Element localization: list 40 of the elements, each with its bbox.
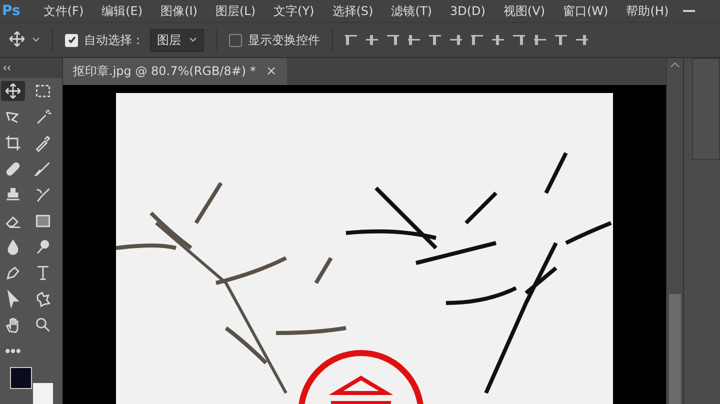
app-logo: Ps: [1, 3, 22, 19]
align-icon[interactable]: [345, 34, 357, 46]
align-icon[interactable]: [471, 34, 483, 46]
align-icon[interactable]: [450, 34, 462, 46]
align-icon[interactable]: [408, 34, 420, 46]
menu-item[interactable]: 文件(F): [34, 2, 93, 20]
menu-item[interactable]: 编辑(E): [92, 2, 152, 20]
auto-select-checkbox[interactable]: [65, 34, 78, 46]
layer-dropdown[interactable]: 图层: [150, 28, 204, 52]
menu-item[interactable]: 滤镜(T): [382, 2, 441, 20]
scroll-up-icon[interactable]: [670, 62, 680, 68]
align-icon[interactable]: [576, 34, 588, 46]
align-icon[interactable]: [492, 34, 504, 46]
menu-item[interactable]: 3D(D): [440, 4, 494, 18]
align-icon[interactable]: [366, 34, 378, 46]
menu-item[interactable]: 图像(I): [152, 2, 206, 20]
foreground-color-swatch[interactable]: [10, 367, 32, 390]
chevron-down-icon: [189, 37, 197, 43]
document-tab[interactable]: 抠印章.jpg @ 80.7%(RGB/8#) * ×: [63, 58, 287, 85]
menu-item[interactable]: 帮助(H): [617, 2, 678, 20]
menu-item[interactable]: 视图(V): [494, 2, 554, 20]
align-icon[interactable]: [429, 34, 441, 46]
auto-select-label: 自动选择：: [84, 32, 144, 48]
align-icon[interactable]: [534, 34, 546, 46]
vertical-scrollbar[interactable]: [666, 58, 683, 404]
menu-item[interactable]: 文字(Y): [264, 2, 324, 20]
show-transform-checkbox[interactable]: [229, 34, 242, 46]
align-icon[interactable]: [555, 34, 567, 46]
menu-item[interactable]: 图层(L): [206, 2, 265, 20]
align-icon[interactable]: [387, 34, 399, 46]
menu-item[interactable]: 选择(S): [323, 2, 382, 20]
scroll-thumb[interactable]: [669, 294, 681, 404]
close-tab-button[interactable]: ×: [266, 64, 277, 79]
move-icon[interactable]: [1, 81, 25, 102]
chevron-down-icon[interactable]: [32, 37, 40, 43]
align-icon[interactable]: [513, 34, 525, 46]
collapse-icon[interactable]: [2, 65, 12, 72]
background-color-swatch[interactable]: [33, 383, 53, 404]
show-transform-label: 显示变换控件: [248, 32, 320, 48]
menu-item[interactable]: 窗口(W): [554, 2, 618, 20]
